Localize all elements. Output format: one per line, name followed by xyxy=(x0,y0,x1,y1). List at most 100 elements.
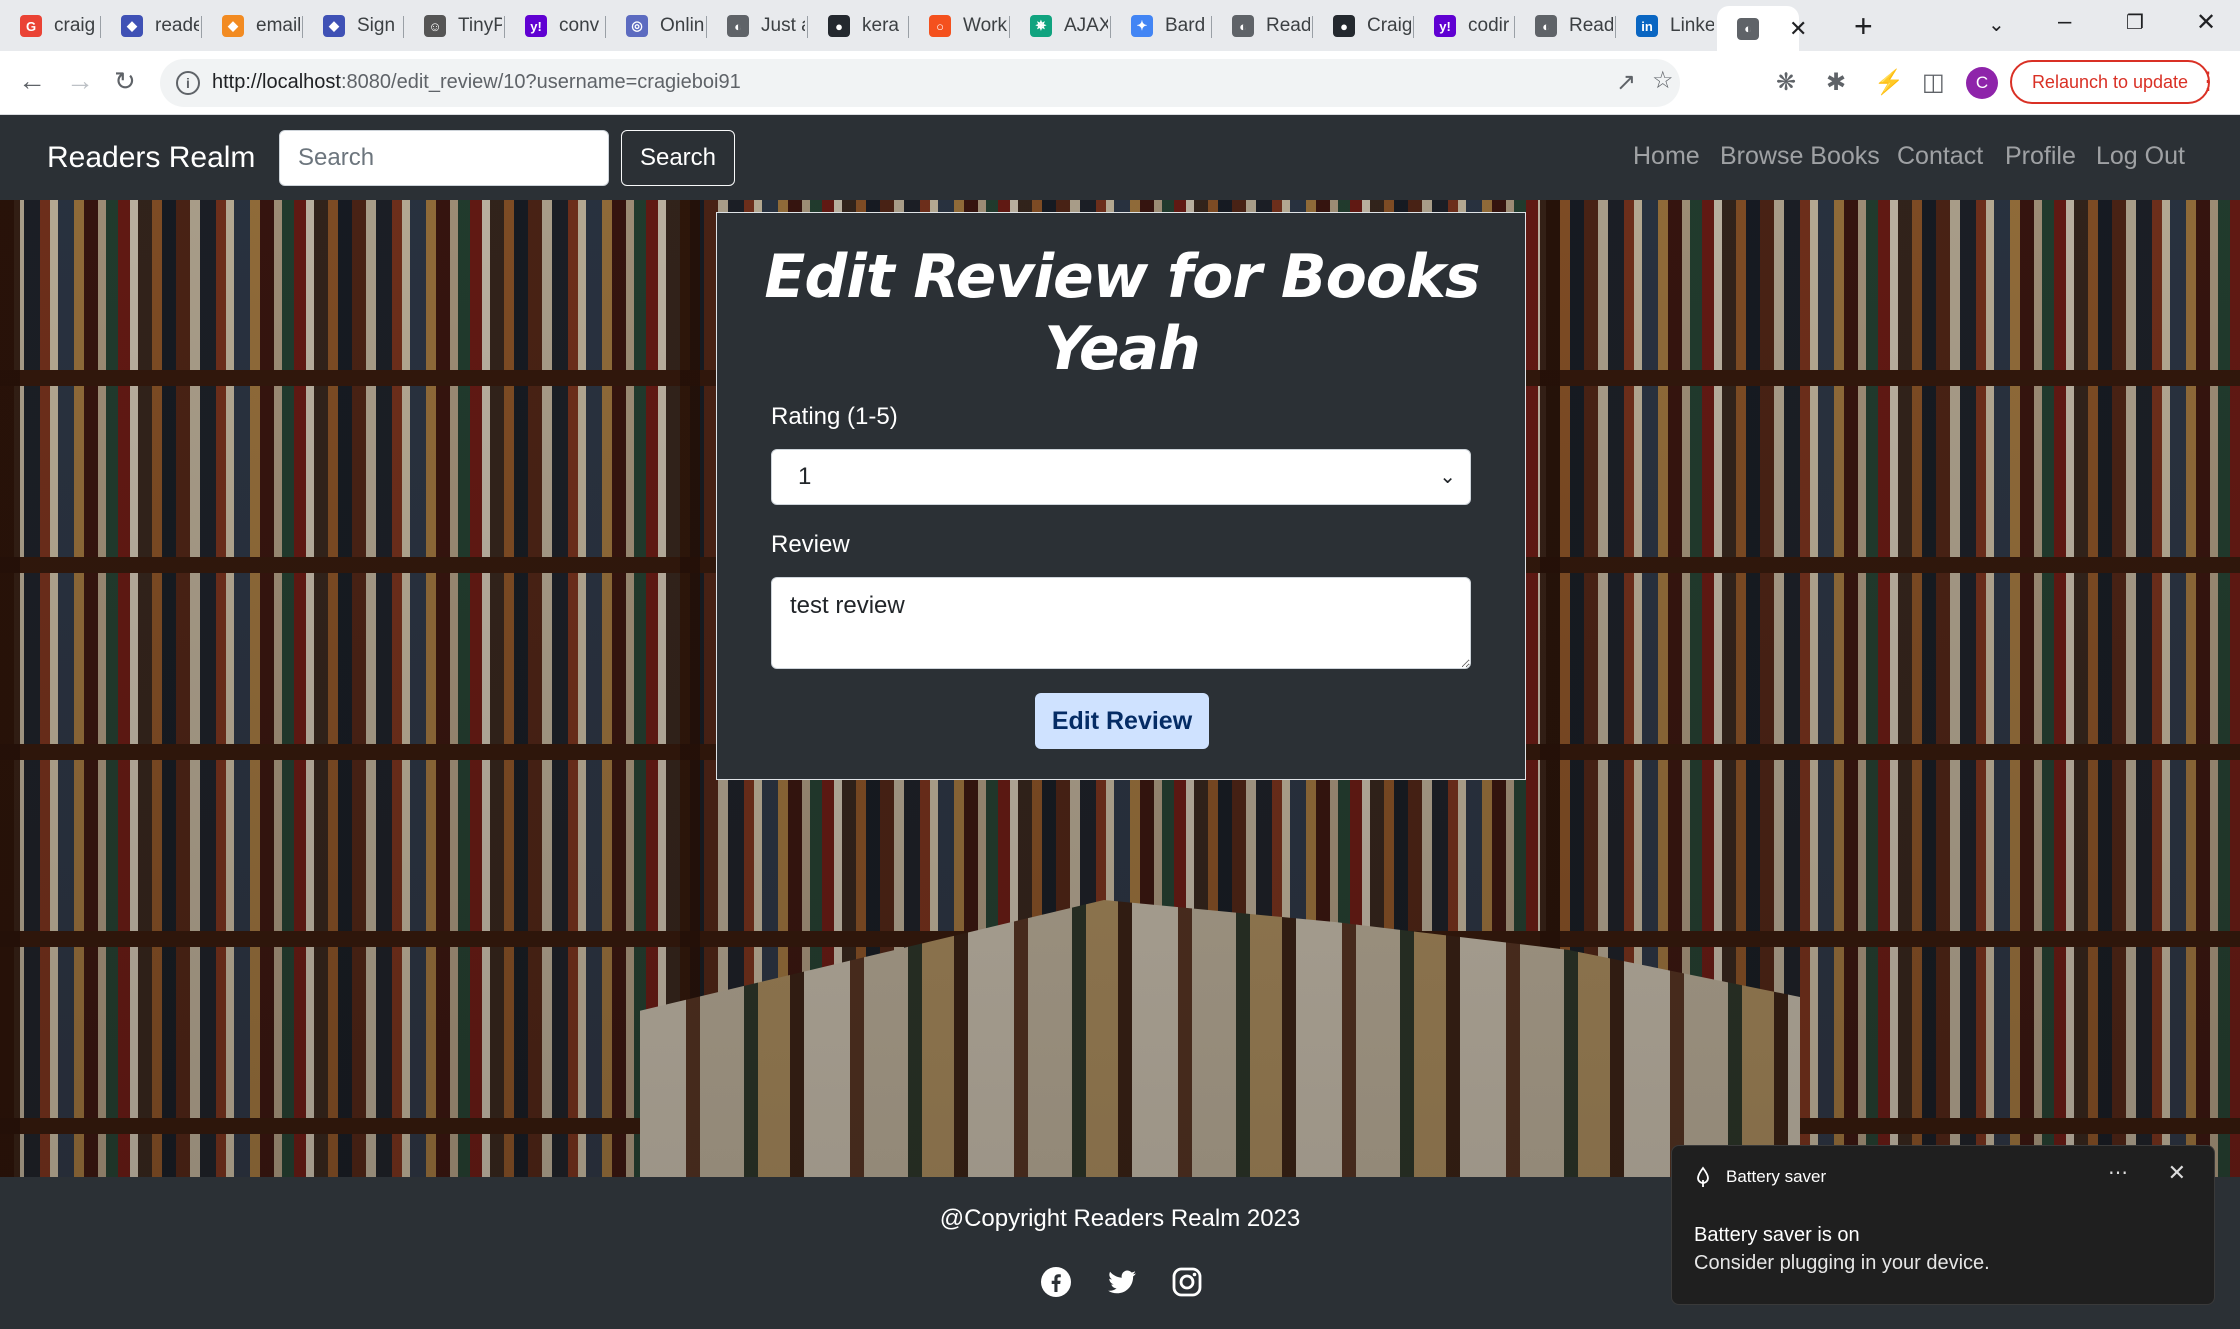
tab-title: Read xyxy=(1569,15,1613,36)
review-label: Review xyxy=(771,531,850,558)
tab-search-chevron-icon[interactable]: ⌄ xyxy=(1988,12,2005,37)
github-icon: ● xyxy=(828,15,850,37)
new-tab-button[interactable]: + xyxy=(1854,10,1873,42)
facebook-icon[interactable] xyxy=(1040,1266,1072,1298)
url-path: :8080/edit_review/10?username=cragieboi9… xyxy=(340,71,741,93)
url-text[interactable]: http://localhost:8080/edit_review/10?use… xyxy=(212,71,741,94)
tab-title: AJAX xyxy=(1064,15,1108,36)
browser-tab[interactable]: ◐R✕ xyxy=(1717,6,1807,51)
more-options-icon[interactable]: ⋯ xyxy=(2108,1160,2128,1185)
rating-label: Rating (1-5) xyxy=(771,403,898,430)
shield-icon: ◆ xyxy=(323,15,345,37)
back-icon[interactable]: ← xyxy=(18,65,46,97)
browser-tab[interactable]: ◎ Onlin xyxy=(606,8,707,44)
globe-icon: ◐ xyxy=(727,15,749,37)
yahoo-icon: y! xyxy=(525,15,547,37)
chatgpt-icon: ✵ xyxy=(1030,15,1052,37)
battery-saver-icon xyxy=(1697,1166,1709,1187)
browser-tab[interactable]: ◐ Read xyxy=(1515,8,1616,44)
browser-tab[interactable]: Gcraig xyxy=(0,8,101,44)
rating-select[interactable]: 1 ⌄ xyxy=(771,449,1471,505)
reload-icon[interactable]: ↻ xyxy=(114,65,136,97)
tab-title: conv xyxy=(559,15,600,36)
globe-icon: ◐ xyxy=(1232,15,1254,37)
browser-tab[interactable]: ● kera xyxy=(808,8,909,44)
tab-title: Sign xyxy=(357,15,396,36)
toast-title: Battery saver is on xyxy=(1694,1224,1860,1246)
browser-tab[interactable]: ✵ AJAX xyxy=(1010,8,1111,44)
restore-icon[interactable]: ❐ xyxy=(2126,10,2144,35)
twitter-icon[interactable] xyxy=(1106,1266,1138,1298)
browser-tab[interactable]: ◆ reade xyxy=(101,8,202,44)
url-host: http://localhost xyxy=(212,71,341,93)
performance-icon[interactable]: ⚡ xyxy=(1874,69,1904,97)
forward-icon[interactable]: → xyxy=(66,65,94,97)
instagram-icon[interactable] xyxy=(1171,1266,1203,1298)
nav-link-contact[interactable]: Contact xyxy=(1897,142,1983,171)
toast-header: Battery saver xyxy=(1694,1166,1826,1188)
browser-tab[interactable]: ◆ email xyxy=(202,8,303,44)
toast-app-name: Battery saver xyxy=(1726,1167,1827,1186)
minimize-icon[interactable]: – xyxy=(2058,8,2071,36)
tab-title: Work xyxy=(963,15,1007,36)
panda-icon: ☺ xyxy=(424,15,446,37)
search-input[interactable] xyxy=(279,130,609,186)
review-textarea[interactable] xyxy=(771,577,1471,669)
profile-avatar[interactable]: C xyxy=(1966,67,1998,99)
tab-close-icon[interactable]: ✕ xyxy=(1789,16,1807,42)
tab-title: reade xyxy=(155,15,199,36)
browser-menu-icon[interactable]: ⋮ xyxy=(2196,67,2220,97)
browser-tab[interactable]: ✦ Bard xyxy=(1111,8,1212,44)
browser-tab-strip: Gcraig ◆ reade ◆ email ◆ Sign ☺ TinyP y! conv ◎ Onli… xyxy=(0,0,2240,51)
circle-icon: ◎ xyxy=(626,15,648,37)
tab-title: craig xyxy=(54,15,96,36)
tab-title: Read xyxy=(1266,15,1310,36)
tab-title: TinyP xyxy=(458,15,502,36)
browser-tab[interactable]: ● Craig xyxy=(1313,8,1414,44)
nav-link-browse-books[interactable]: Browse Books xyxy=(1720,142,1880,171)
bookmark-star-icon[interactable]: ☆ xyxy=(1652,67,1674,95)
browser-tab[interactable]: ◐ Read xyxy=(1212,8,1313,44)
page-title: Edit Review for Books Yeah xyxy=(764,242,1480,384)
window-close-icon[interactable]: ✕ xyxy=(2196,8,2216,37)
share-icon[interactable]: ↗ xyxy=(1616,69,1636,97)
site-info-icon[interactable]: i xyxy=(176,71,200,95)
site-navbar: Readers Realm Search Home Browse Books C… xyxy=(0,116,2240,200)
extensions-puzzle-icon[interactable]: ✱ xyxy=(1826,69,1846,97)
nav-link-log-out[interactable]: Log Out xyxy=(2096,142,2185,171)
browser-tab[interactable]: in Linke xyxy=(1616,8,1717,44)
nav-link-profile[interactable]: Profile xyxy=(2005,142,2076,171)
side-panel-icon[interactable]: ◫ xyxy=(1922,69,1945,97)
google-icon: G xyxy=(20,15,42,37)
relaunch-to-update-button[interactable]: Relaunch to update xyxy=(2010,60,2210,104)
edit-review-button[interactable]: Edit Review xyxy=(1035,693,1209,749)
linkedin-icon: in xyxy=(1636,15,1658,37)
tab-title: codir xyxy=(1468,15,1510,36)
record-icon: ○ xyxy=(929,15,951,37)
browser-tab[interactable]: ☺ TinyP xyxy=(404,8,505,44)
browser-tab[interactable]: y! codir xyxy=(1414,8,1515,44)
browser-tab[interactable]: ◆ Sign xyxy=(303,8,404,44)
book-pile-image xyxy=(640,900,1800,1177)
nav-link-home[interactable]: Home xyxy=(1633,142,1700,171)
tab-title: kera xyxy=(862,15,899,36)
chevron-down-icon: ⌄ xyxy=(1439,466,1456,488)
globe-icon: ◐ xyxy=(1737,17,1759,40)
battery-saver-notification[interactable]: Battery saver ⋯ ✕ Battery saver is on Co… xyxy=(1671,1145,2215,1305)
tab-title: Just a xyxy=(761,15,805,36)
address-bar[interactable]: i http://localhost:8080/edit_review/10?u… xyxy=(160,59,1680,107)
browser-tab[interactable]: ◐ Just a xyxy=(707,8,808,44)
toast-close-icon[interactable]: ✕ xyxy=(2168,1160,2186,1186)
tab-title: Craig xyxy=(1367,15,1411,36)
browser-tab[interactable]: y! conv xyxy=(505,8,606,44)
bug-extension-icon[interactable]: ❋ xyxy=(1776,69,1796,97)
search-button[interactable]: Search xyxy=(621,130,735,186)
tab-title: Onlin xyxy=(660,15,704,36)
edit-review-card: Edit Review for Books Yeah Rating (1-5) … xyxy=(716,212,1526,780)
toast-body: Consider plugging in your device. xyxy=(1694,1252,1990,1274)
github-icon: ● xyxy=(1333,15,1355,37)
browser-tab[interactable]: ○ Work xyxy=(909,8,1010,44)
rating-selected-value: 1 xyxy=(798,463,812,490)
brand-logo[interactable]: Readers Realm xyxy=(47,141,255,175)
tab-title: Bard xyxy=(1165,15,1206,36)
